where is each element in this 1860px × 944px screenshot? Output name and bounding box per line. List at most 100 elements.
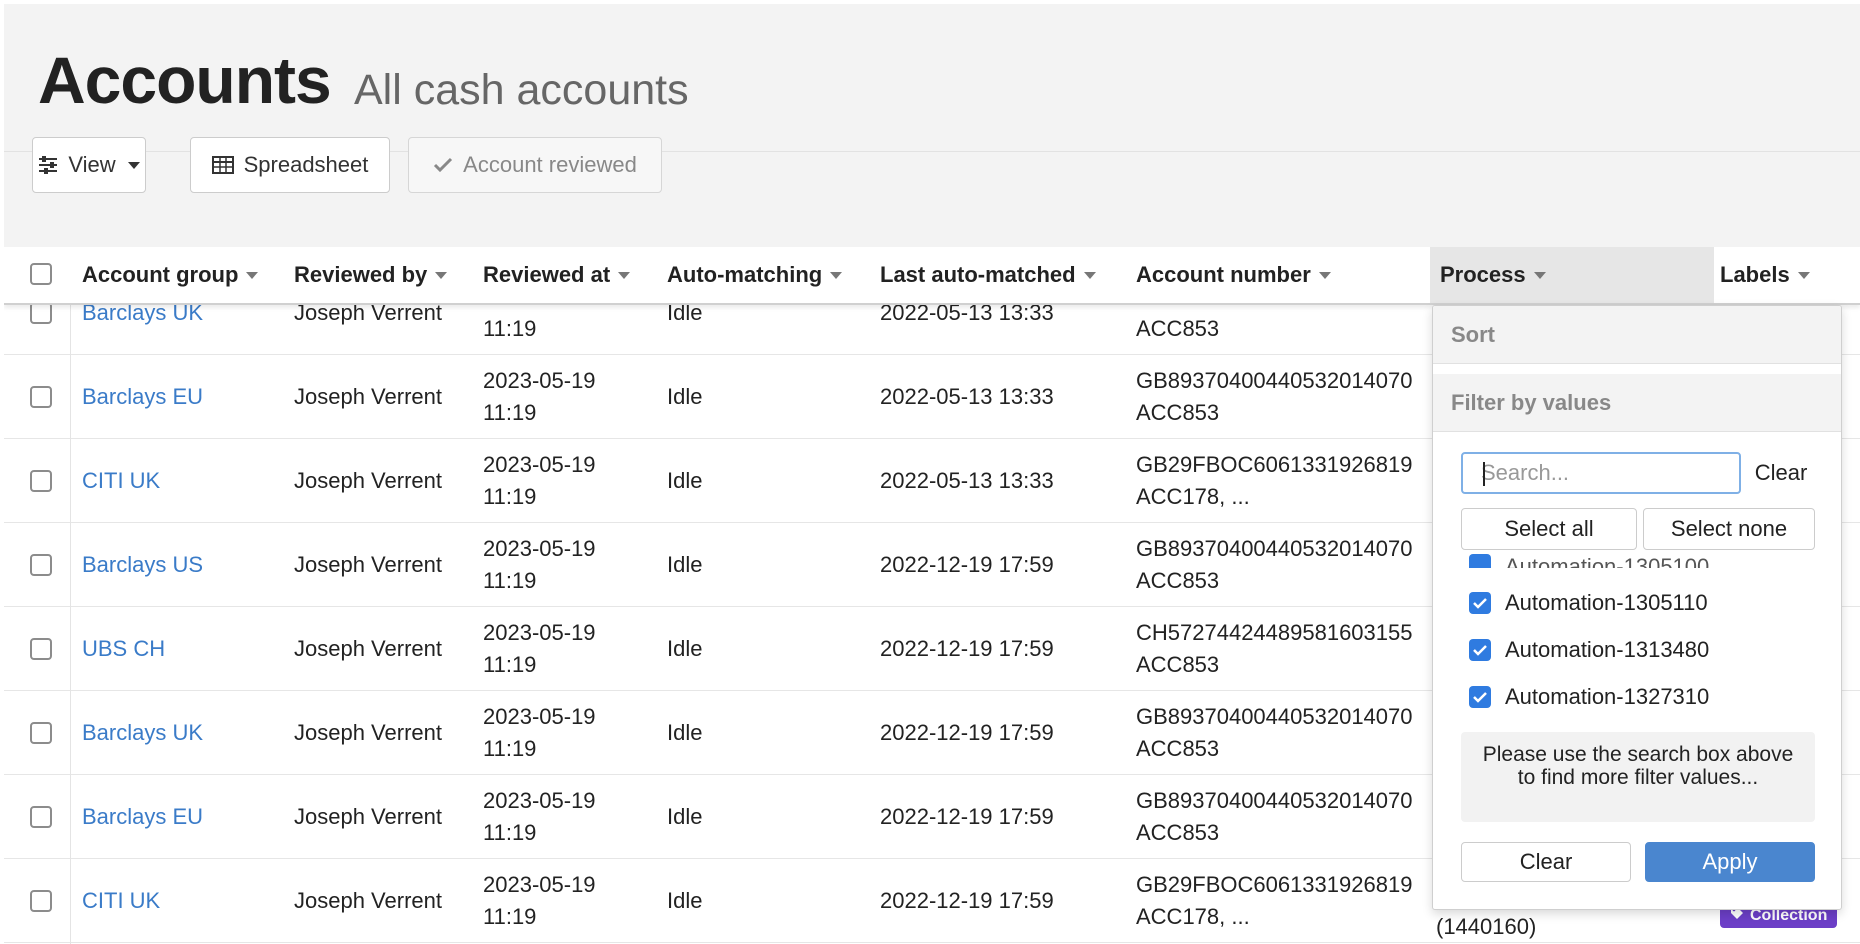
view-label: View [68, 152, 116, 177]
auto-matching-cell: Idle [667, 384, 703, 409]
select-none-button[interactable]: Select none [1643, 508, 1815, 550]
account-number-cell-line: ACC853 [1136, 652, 1220, 677]
checkbox-checked [1469, 639, 1491, 661]
account-number-cell-line: ACC178, ... [1136, 904, 1250, 929]
account-group-link[interactable]: Barclays US [82, 523, 203, 607]
filter-section: Filter by values [1433, 374, 1841, 432]
row-checkbox[interactable] [30, 806, 52, 828]
filter-clear-button[interactable]: Clear [1461, 842, 1631, 882]
table-header: Account group Reviewed by Reviewed at Au… [4, 247, 1860, 305]
spreadsheet-button[interactable]: Spreadsheet [190, 137, 390, 193]
filter-option-partial[interactable]: Automation-1305100 [1469, 550, 1709, 568]
auto-matching-cell: Idle [667, 804, 703, 829]
account-group-link[interactable]: CITI UK [82, 859, 160, 943]
page-title: Accounts [38, 43, 332, 117]
account-number-cell-line: GB89370400440532014070 [1136, 704, 1413, 729]
row-checkbox-cell [30, 355, 52, 439]
reviewed-at-cell: 2023-05-19 11:19 [483, 691, 596, 775]
sort-label: Sort [1451, 321, 1495, 347]
select-all-checkbox[interactable] [30, 263, 52, 285]
account-number-cell-line: CH5727442448958160315​5 [1136, 620, 1413, 645]
reviewed-by-cell: Joseph Verrent [294, 468, 442, 493]
col-account-group[interactable]: Account group [82, 247, 259, 303]
sort-section[interactable]: Sort [1433, 306, 1841, 364]
col-last-auto-matched[interactable]: Last auto-matched [880, 247, 1096, 303]
select-all-button[interactable]: Select all [1461, 508, 1637, 550]
account-number-cell: GB89370400440532014070 ACC853 [1136, 355, 1413, 439]
reviewed-at-cell: 2023-05-19 11:19 [483, 355, 596, 439]
account-number-cell-line: GB89370400440532014070 [1136, 788, 1413, 813]
reviewed-at-cell-line: 11:19 [483, 820, 537, 845]
reviewed-at-cell: 2023-05-19 11:19 [483, 775, 596, 859]
account-group-link[interactable]: UBS CH [82, 607, 165, 691]
row-checkbox[interactable] [30, 302, 52, 324]
reviewed-at-cell-line: 2023-05-19 [483, 872, 596, 897]
account-number-cell-line: ACC853 [1136, 820, 1220, 845]
reviewed-at-cell-line: 11:19 [483, 904, 537, 929]
chevron-down-icon [246, 271, 259, 279]
row-checkbox[interactable] [30, 722, 52, 744]
account-group-link[interactable]: CITI UK [82, 439, 160, 523]
account-number-cell: GB89370400440532014070 ACC853 [1136, 691, 1413, 775]
search-clear-button[interactable]: Clear [1745, 452, 1817, 494]
filter-option[interactable]: Automation-1305110 [1469, 586, 1708, 620]
reviewed-at-cell-line: 11:19 [483, 568, 537, 593]
reviewed-at-cell: 2023-05-19 11:19 [483, 523, 596, 607]
page-subtitle: All cash accounts [354, 66, 689, 114]
last-auto-matched-cell: 2022-12-19 17:59 [880, 636, 1054, 661]
column-divider [70, 247, 71, 944]
last-auto-matched-cell: 2022-12-19 17:59 [880, 804, 1054, 829]
col-labels[interactable]: Labels [1720, 247, 1810, 303]
filter-option-label: Automation-1305110 [1505, 590, 1708, 615]
row-checkbox[interactable] [30, 554, 52, 576]
col-account-number[interactable]: Account number [1136, 247, 1331, 303]
filter-label: Filter by values [1451, 389, 1612, 415]
sliders-icon [38, 156, 58, 174]
reviewed-at-cell-line: 2023-05-19 [483, 536, 596, 561]
filter-apply-button[interactable]: Apply [1645, 842, 1815, 882]
filter-option-label: Automation-1305100 [1505, 554, 1710, 568]
account-number-cell-line: ACC853 [1136, 400, 1220, 425]
col-process[interactable]: Process [1430, 247, 1714, 303]
checkmark-icon [433, 157, 453, 173]
col-reviewed-at[interactable]: Reviewed at [483, 247, 631, 303]
last-auto-matched-cell: 2022-12-19 17:59 [880, 888, 1054, 913]
row-checkbox[interactable] [30, 638, 52, 660]
reviewed-at-cell-line: 11:19 [483, 736, 537, 761]
filter-option[interactable]: Automation-1327310 [1469, 680, 1709, 714]
col-label: Account group [82, 262, 239, 287]
filter-option-label: Automation-1313480 [1505, 637, 1710, 662]
last-auto-matched-cell: 2022-05-13 13:33 [880, 384, 1054, 409]
auto-matching-cell: Idle [667, 720, 703, 745]
reviewed-at-cell-line: 2023-05-19 [483, 788, 596, 813]
account-number-cell: GB29FBOC6061331926819 ACC178, ... [1136, 859, 1412, 943]
filter-option-label: Automation-1327310 [1505, 684, 1710, 709]
col-auto-matching[interactable]: Auto-matching [667, 247, 843, 303]
reviewed-at-cell: 2023-05-19 11:19 [483, 439, 596, 523]
account-group-link[interactable]: Barclays UK [82, 691, 203, 775]
last-auto-matched-cell: 2022-05-13 13:33 [880, 468, 1054, 493]
row-checkbox-cell [30, 523, 52, 607]
account-group-link[interactable]: Barclays EU [82, 775, 203, 859]
reviewed-at-cell-line: 2023-05-19 [483, 620, 596, 645]
checkbox-checked [1469, 592, 1491, 614]
col-reviewed-by[interactable]: Reviewed by [294, 247, 448, 303]
reviewed-at-cell-line: 2023-05-19 [483, 368, 596, 393]
row-checkbox[interactable] [30, 386, 52, 408]
row-checkbox[interactable] [30, 890, 52, 912]
account-number-cell: CH5727442448958160315​5 ACC853 [1136, 607, 1412, 691]
auto-matching-cell: Idle [667, 552, 703, 577]
view-button[interactable]: View [32, 137, 146, 193]
last-auto-matched-cell: 2022-12-19 17:59 [880, 552, 1054, 577]
row-checkbox[interactable] [30, 470, 52, 492]
toolbar: View Spreadsheet Account reviewed [4, 137, 1860, 247]
account-number-cell: GB29FBOC6061331926819 ACC178, ... [1136, 439, 1412, 523]
row-checkbox-cell [30, 691, 52, 775]
account-group-link[interactable]: Barclays EU [82, 355, 203, 439]
account-number-cell-line: ACC853 [1136, 736, 1220, 761]
filter-search-input[interactable]: Search... [1461, 452, 1741, 494]
col-label: Last auto-matched [880, 262, 1076, 287]
filter-option[interactable]: Automation-1313480 [1469, 633, 1709, 667]
chevron-down-icon [1083, 271, 1096, 279]
account-reviewed-button[interactable]: Account reviewed [408, 137, 662, 193]
